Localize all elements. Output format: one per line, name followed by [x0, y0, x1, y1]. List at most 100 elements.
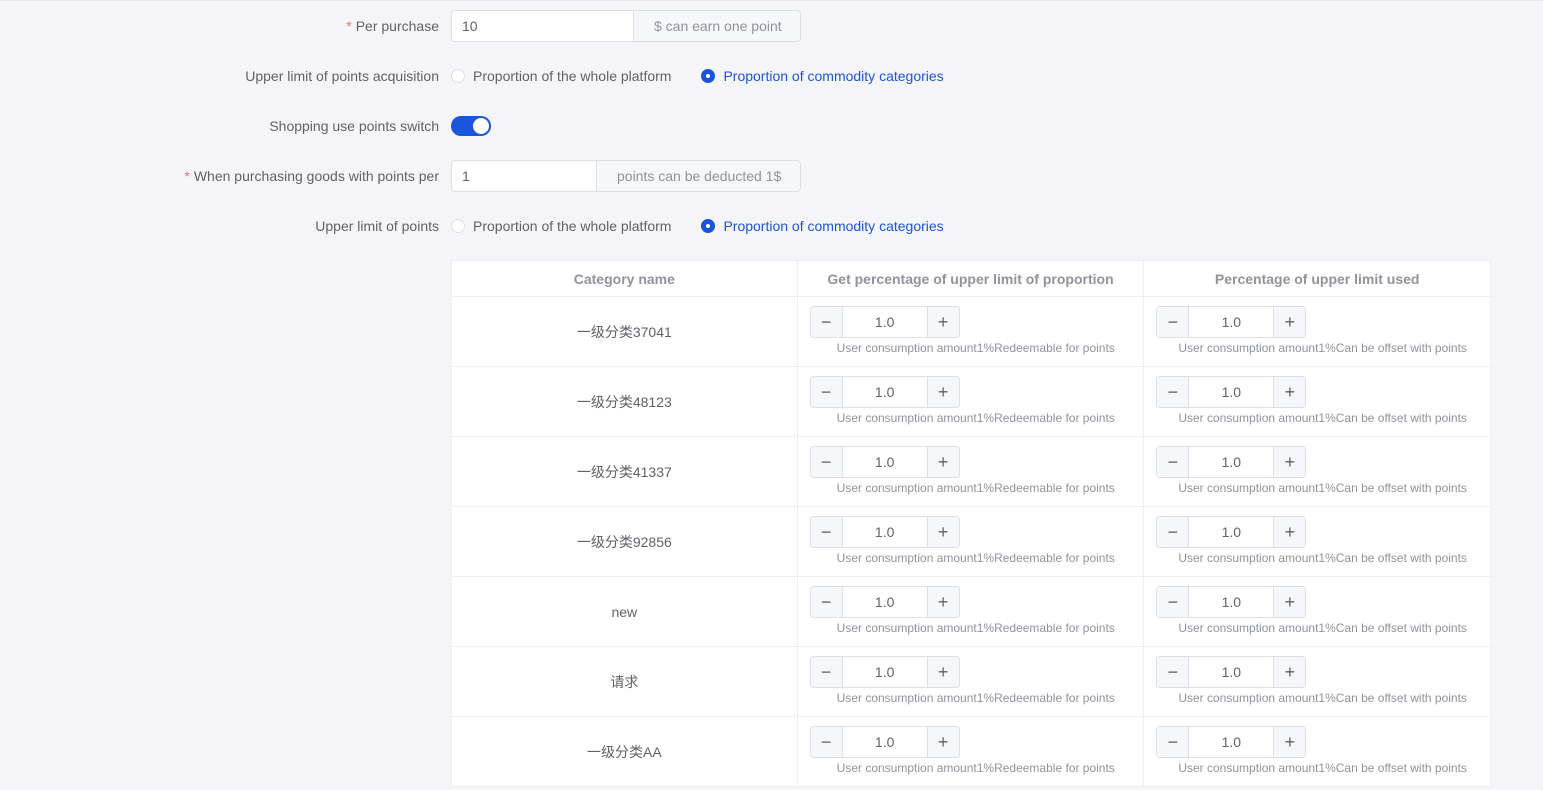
- increment-button[interactable]: +: [1273, 517, 1306, 547]
- increment-button[interactable]: +: [926, 377, 959, 407]
- switch-knob: [473, 118, 489, 134]
- used-percentage-stepper: − 1.0 +: [1156, 586, 1307, 618]
- used-percentage-input[interactable]: 1.0: [1189, 727, 1273, 757]
- get-percentage-stepper: − 1.0 +: [809, 656, 960, 688]
- increment-button[interactable]: +: [926, 447, 959, 477]
- shopping-points-switch[interactable]: [451, 116, 491, 136]
- get-percentage-cell: − 1.0 + User consumption amount1%Redeema…: [798, 507, 1145, 576]
- used-percentage-input[interactable]: 1.0: [1189, 587, 1273, 617]
- used-percentage-cell: − 1.0 + User consumption amount1%Can be …: [1144, 297, 1491, 366]
- deduct-append: points can be deducted 1$: [596, 160, 801, 192]
- points-limit-radio-platform[interactable]: Proportion of the whole platform: [451, 218, 671, 234]
- decrement-button[interactable]: −: [1157, 307, 1190, 337]
- header-get-percentage: Get percentage of upper limit of proport…: [798, 261, 1145, 296]
- radio-dot: [451, 69, 465, 83]
- acquisition-radio-platform[interactable]: Proportion of the whole platform: [451, 68, 671, 84]
- get-percentage-stepper: − 1.0 +: [809, 726, 960, 758]
- used-percentage-input[interactable]: 1.0: [1189, 307, 1273, 337]
- increment-button[interactable]: +: [1273, 377, 1306, 407]
- category-name: 一级分类48123: [576, 393, 672, 410]
- get-percentage-input[interactable]: 1.0: [843, 657, 927, 687]
- get-percentage-input[interactable]: 1.0: [843, 517, 927, 547]
- category-name-cell: 一级分类41337: [452, 437, 798, 506]
- decrement-button[interactable]: −: [1157, 727, 1190, 757]
- header-used-percentage: Percentage of upper limit used: [1144, 261, 1492, 296]
- decrement-button[interactable]: −: [810, 447, 843, 477]
- deduct-input[interactable]: 1: [451, 160, 596, 192]
- decrement-button[interactable]: −: [810, 727, 843, 757]
- decrement-button[interactable]: −: [1157, 377, 1190, 407]
- acquisition-limit-row: Upper limit of points acquisition Propor…: [0, 60, 1543, 92]
- get-percentage-input[interactable]: 1.0: [843, 307, 927, 337]
- decrement-button[interactable]: −: [810, 517, 843, 547]
- increment-button[interactable]: +: [1273, 587, 1306, 617]
- decrement-button[interactable]: −: [1157, 517, 1190, 547]
- get-percentage-input[interactable]: 1.0: [843, 377, 927, 407]
- get-percentage-input[interactable]: 1.0: [843, 587, 927, 617]
- table-row: 一级分类92856 − 1.0 + User consumption amoun…: [452, 507, 1491, 577]
- acquisition-radio-categories[interactable]: Proportion of commodity categories: [701, 68, 944, 84]
- increment-button[interactable]: +: [1273, 727, 1306, 757]
- required-mark: *: [346, 18, 352, 34]
- category-name-cell: 一级分类48123: [452, 367, 798, 436]
- used-percentage-input[interactable]: 1.0: [1189, 447, 1273, 477]
- used-percentage-hint: User consumption amount1%Can be offset w…: [1178, 691, 1467, 705]
- get-percentage-input[interactable]: 1.0: [843, 727, 927, 757]
- decrement-button[interactable]: −: [1157, 587, 1190, 617]
- get-percentage-cell: − 1.0 + User consumption amount1%Redeema…: [798, 437, 1145, 506]
- decrement-button[interactable]: −: [810, 657, 843, 687]
- category-name-cell: 请求: [452, 647, 798, 716]
- top-divider: [0, 0, 1543, 1]
- increment-button[interactable]: +: [926, 307, 959, 337]
- increment-button[interactable]: +: [926, 727, 959, 757]
- table-row: 一级分类37041 − 1.0 + User consumption amoun…: [452, 297, 1491, 367]
- get-percentage-cell: − 1.0 + User consumption amount1%Redeema…: [798, 297, 1145, 366]
- category-name: 一级分类92856: [576, 533, 672, 550]
- category-name: 一级分类37041: [576, 323, 672, 340]
- used-percentage-cell: − 1.0 + User consumption amount1%Can be …: [1144, 507, 1491, 576]
- table-row: 一级分类41337 − 1.0 + User consumption amoun…: [452, 437, 1491, 507]
- radio-dot: [701, 219, 716, 233]
- used-percentage-hint: User consumption amount1%Can be offset w…: [1178, 621, 1467, 635]
- header-category-name: Category name: [452, 261, 798, 296]
- get-percentage-hint: User consumption amount1%Redeemable for …: [836, 411, 1115, 425]
- get-percentage-cell: − 1.0 + User consumption amount1%Redeema…: [798, 647, 1145, 716]
- increment-button[interactable]: +: [926, 657, 959, 687]
- used-percentage-hint: User consumption amount1%Can be offset w…: [1178, 551, 1467, 565]
- points-limit-radio-categories[interactable]: Proportion of commodity categories: [701, 218, 944, 234]
- per-purchase-append: $ can earn one point: [633, 10, 801, 42]
- increment-button[interactable]: +: [1273, 307, 1306, 337]
- get-percentage-stepper: − 1.0 +: [809, 586, 960, 618]
- decrement-button[interactable]: −: [1157, 657, 1190, 687]
- increment-button[interactable]: +: [1273, 447, 1306, 477]
- deduct-row: * When purchasing goods with points per 1…: [0, 160, 1543, 192]
- used-percentage-input[interactable]: 1.0: [1189, 517, 1273, 547]
- table-row: 一级分类AA − 1.0 + User consumption amount1%…: [452, 717, 1491, 787]
- radio-dot: [701, 69, 716, 83]
- per-purchase-row: * Per purchase 10 $ can earn one point: [0, 10, 1543, 42]
- category-name: 请求: [610, 673, 639, 690]
- get-percentage-input[interactable]: 1.0: [843, 447, 927, 477]
- used-percentage-input[interactable]: 1.0: [1189, 377, 1273, 407]
- category-name-cell: 一级分类37041: [452, 297, 798, 366]
- increment-button[interactable]: +: [926, 587, 959, 617]
- get-percentage-stepper: − 1.0 +: [809, 306, 960, 338]
- used-percentage-stepper: − 1.0 +: [1156, 376, 1307, 408]
- increment-button[interactable]: +: [926, 517, 959, 547]
- used-percentage-cell: − 1.0 + User consumption amount1%Can be …: [1144, 717, 1491, 786]
- decrement-button[interactable]: −: [810, 587, 843, 617]
- used-percentage-stepper: − 1.0 +: [1156, 306, 1307, 338]
- used-percentage-input[interactable]: 1.0: [1189, 657, 1273, 687]
- per-purchase-input[interactable]: 10: [451, 10, 633, 42]
- required-mark: *: [184, 168, 190, 184]
- increment-button[interactable]: +: [1273, 657, 1306, 687]
- category-name: 一级分类41337: [576, 463, 672, 480]
- used-percentage-hint: User consumption amount1%Can be offset w…: [1178, 341, 1467, 355]
- decrement-button[interactable]: −: [1157, 447, 1190, 477]
- decrement-button[interactable]: −: [810, 307, 843, 337]
- per-purchase-label: * Per purchase: [346, 18, 439, 34]
- table-row: new − 1.0 + User consumption amount1%Red…: [452, 577, 1491, 647]
- get-percentage-stepper: − 1.0 +: [809, 376, 960, 408]
- table-header-row: Category name Get percentage of upper li…: [452, 261, 1492, 297]
- decrement-button[interactable]: −: [810, 377, 843, 407]
